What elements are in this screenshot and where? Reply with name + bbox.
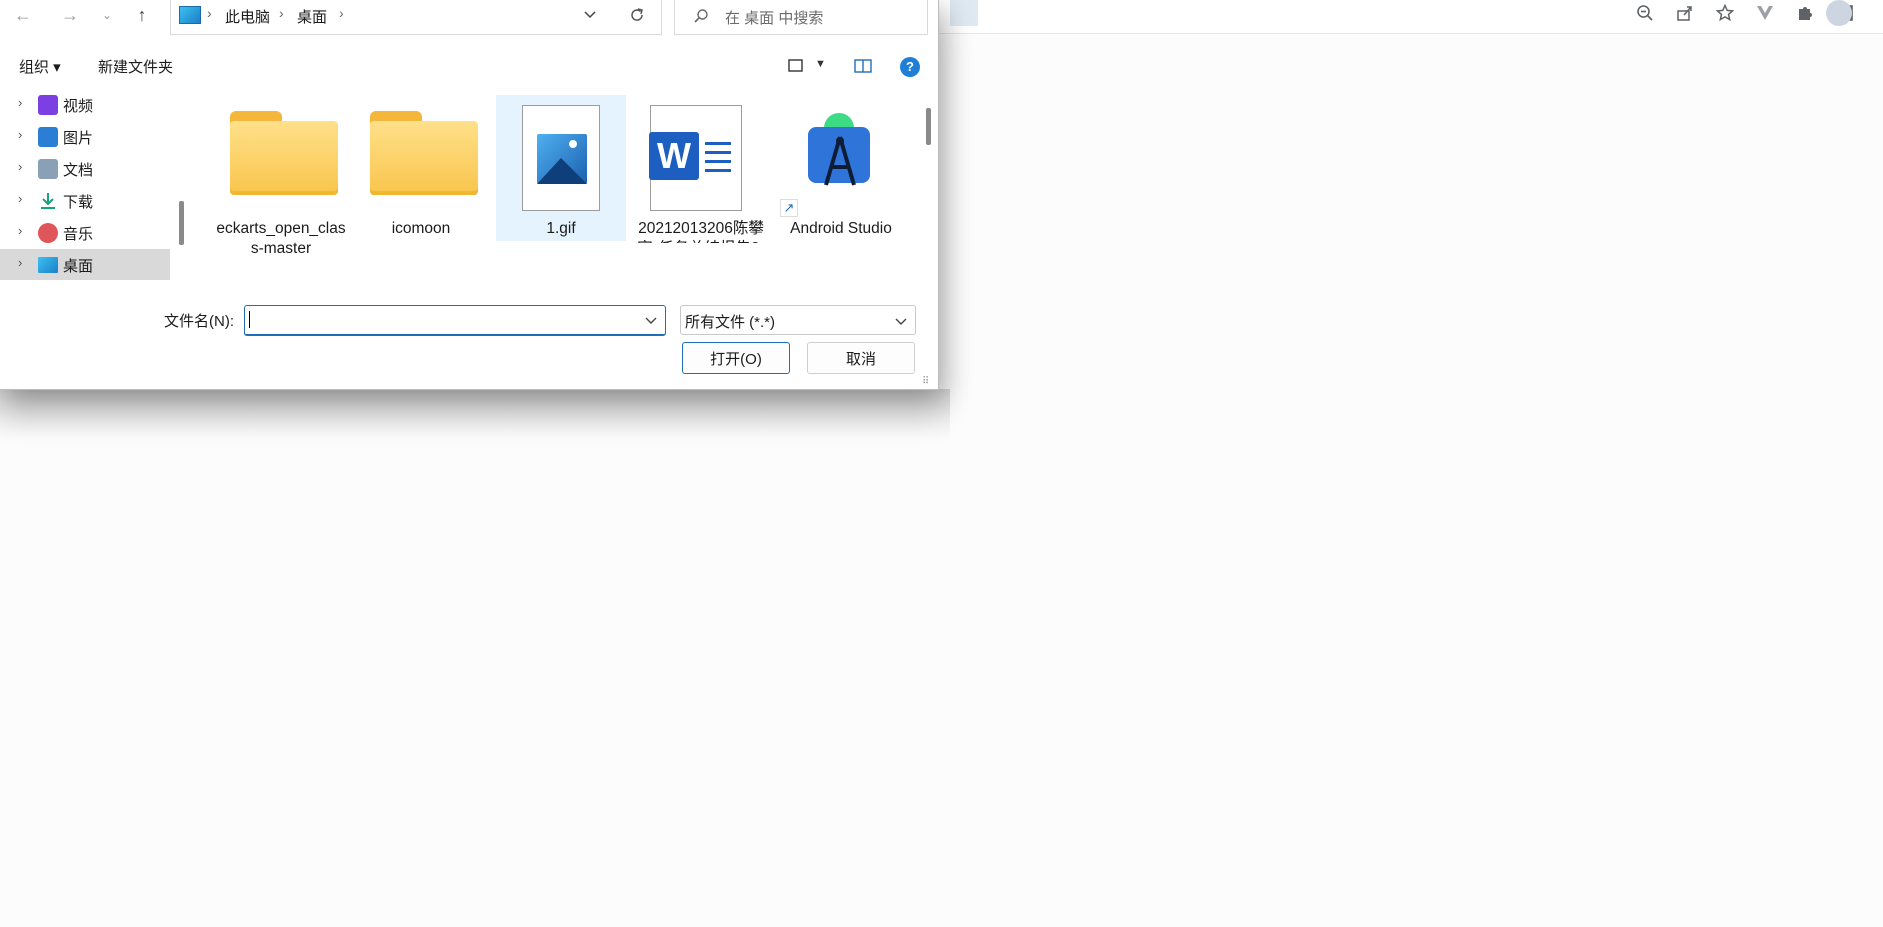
extensions-puzzle-icon[interactable] <box>1788 0 1822 26</box>
filename-history-chevron-icon[interactable] <box>645 313 657 330</box>
videos-icon <box>38 95 58 115</box>
file-item-folder[interactable]: eckarts_open_class-master <box>216 95 346 257</box>
file-open-dialog: ← → ⌄ ↑ › 此电脑 › 桌面 › 在 桌面 中搜索 组织 ▾ 新建文件夹… <box>0 0 939 390</box>
desktop-icon <box>38 257 58 273</box>
breadcrumb-separator: › <box>207 5 212 21</box>
pictures-icon <box>38 127 58 147</box>
help-icon[interactable]: ? <box>900 57 920 77</box>
shortcut-arrow-icon: ↗ <box>780 199 798 217</box>
tree-item-documents[interactable]: › 文档 <box>0 153 170 184</box>
recent-locations-chevron-icon[interactable]: ⌄ <box>92 2 122 28</box>
documents-icon <box>38 159 58 179</box>
file-item-folder[interactable]: icomoon <box>356 95 486 241</box>
tree-item-label: 下载 <box>63 194 94 211</box>
refresh-icon[interactable] <box>628 6 646 28</box>
image-file-icon <box>522 105 600 211</box>
cancel-button[interactable]: 取消 <box>807 342 915 374</box>
tree-item-pictures[interactable]: › 图片 <box>0 121 170 152</box>
file-name: Android Studio <box>790 220 892 237</box>
tree-item-label: 文档 <box>63 162 94 179</box>
file-item-shortcut[interactable]: ↗ Android Studio <box>776 95 906 241</box>
tree-item-videos[interactable]: › 视频 <box>0 89 170 120</box>
address-bar[interactable]: › 此电脑 › 桌面 › <box>170 0 662 35</box>
text-cursor <box>249 311 250 328</box>
download-arrow-icon <box>38 191 58 211</box>
desktop-location-icon <box>179 6 201 24</box>
breadcrumb-separator: › <box>339 5 344 21</box>
tree-item-music[interactable]: › 音乐 <box>0 217 170 248</box>
file-name: 20212013206陈攀宇-任务总结报告2-2 动态效果三.docx <box>637 220 764 243</box>
new-folder-button[interactable]: 新建文件夹 <box>98 56 173 77</box>
browser-tab-stub <box>950 0 978 26</box>
file-name: eckarts_open_class-master <box>216 220 346 257</box>
android-studio-icon <box>804 113 874 193</box>
breadcrumb-this-pc[interactable]: 此电脑 <box>225 6 270 27</box>
expand-chevron-icon[interactable]: › <box>18 191 22 206</box>
breadcrumb-separator: › <box>279 5 284 21</box>
vue-extension-icon[interactable] <box>1748 0 1782 26</box>
dialog-shadow <box>0 389 950 439</box>
tree-item-label: 桌面 <box>63 258 94 275</box>
files-scrollbar[interactable] <box>926 108 931 145</box>
breadcrumb-desktop[interactable]: 桌面 <box>297 6 327 27</box>
file-name: icomoon <box>391 220 451 237</box>
address-history-chevron-icon[interactable] <box>583 8 597 26</box>
share-icon[interactable] <box>1668 0 1702 26</box>
file-item-gif[interactable]: 1.gif <box>496 95 626 241</box>
file-type-chevron-icon[interactable] <box>895 314 907 331</box>
word-document-icon: W <box>649 105 742 211</box>
browser-toolbar <box>940 0 1883 34</box>
file-type-select[interactable]: 所有文件 (*.*) <box>680 305 916 335</box>
view-mode-icon[interactable] <box>788 59 804 77</box>
back-arrow-icon[interactable]: ← <box>8 2 38 28</box>
expand-chevron-icon[interactable]: › <box>18 127 22 142</box>
search-icon <box>693 8 709 28</box>
file-type-value: 所有文件 (*.*) <box>685 314 776 331</box>
tree-item-label: 图片 <box>63 130 94 147</box>
resize-grip-icon[interactable]: ⠿ <box>922 376 929 387</box>
search-box[interactable]: 在 桌面 中搜索 <box>674 0 928 35</box>
bookmark-star-icon[interactable] <box>1708 0 1742 26</box>
filename-label: 文件名(N): <box>164 313 234 330</box>
tree-item-downloads[interactable]: › 下载 <box>0 185 170 216</box>
profile-avatar[interactable] <box>1826 0 1852 26</box>
folder-icon <box>230 111 338 195</box>
tree-item-desktop[interactable]: › 桌面 <box>0 249 170 280</box>
zoom-out-icon[interactable] <box>1628 0 1662 26</box>
up-arrow-icon[interactable]: ↑ <box>127 2 157 28</box>
preview-pane-icon[interactable] <box>854 59 872 77</box>
view-options-chevron-icon[interactable]: ▼ <box>815 58 826 70</box>
expand-chevron-icon[interactable]: › <box>18 223 22 238</box>
open-button[interactable]: 打开(O) <box>682 342 790 374</box>
folder-icon <box>370 111 478 195</box>
file-name: 1.gif <box>546 220 576 237</box>
tree-item-label: 视频 <box>63 98 94 115</box>
expand-chevron-icon[interactable]: › <box>18 255 22 270</box>
file-item-docx[interactable]: W 20212013206陈攀宇-任务总结报告2-2 动态效果三.docx <box>636 95 766 243</box>
tree-scrollbar[interactable] <box>179 201 184 245</box>
search-placeholder: 在 桌面 中搜索 <box>725 10 824 27</box>
organize-menu-button[interactable]: 组织 ▾ <box>19 56 61 77</box>
filename-input[interactable] <box>244 305 666 336</box>
expand-chevron-icon[interactable]: › <box>18 159 22 174</box>
expand-chevron-icon[interactable]: › <box>18 95 22 110</box>
music-icon <box>38 223 58 243</box>
forward-arrow-icon[interactable]: → <box>55 2 85 28</box>
tree-item-label: 音乐 <box>63 226 94 243</box>
